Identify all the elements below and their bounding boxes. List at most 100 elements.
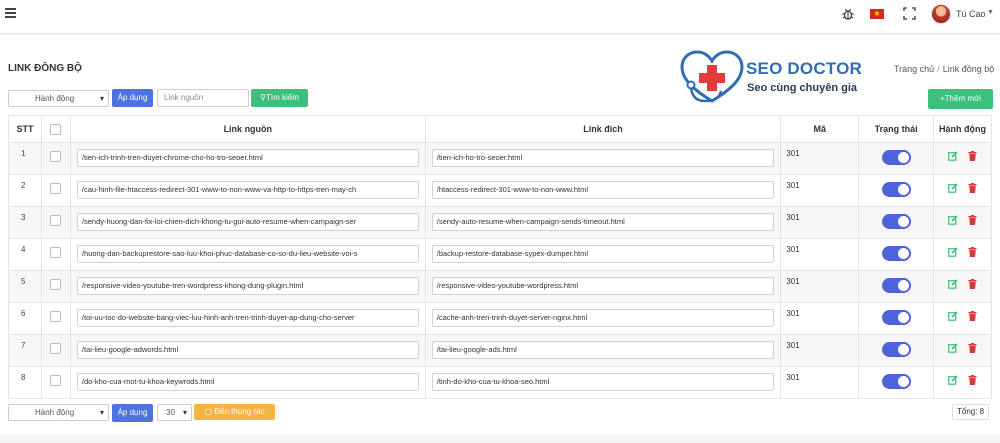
target-link-field[interactable]: /htaccess-redirect-301-www-to-non-www.ht… — [431, 181, 775, 199]
edit-icon[interactable] — [948, 343, 958, 353]
add-new-button[interactable]: +Thêm mới — [928, 89, 993, 109]
row-checkbox[interactable] — [50, 375, 62, 386]
row-stt: 3 — [8, 206, 42, 239]
source-link-search-input[interactable]: Link nguồn — [157, 89, 249, 107]
edit-icon[interactable] — [948, 279, 958, 289]
avatar[interactable] — [931, 4, 951, 24]
action-select[interactable]: Hành động ▾ — [8, 90, 109, 107]
move-to-trash-button[interactable]: ▢ Đến thùng rác — [194, 404, 275, 420]
bottom-apply-button[interactable]: Áp dụng — [112, 404, 153, 422]
delete-icon[interactable] — [968, 215, 977, 225]
source-link-field[interactable]: /cau-hinh-file-htaccess-redirect-301-www… — [76, 181, 419, 199]
row-stt: 1 — [8, 142, 42, 175]
row-checkbox[interactable] — [50, 279, 62, 290]
target-link-field[interactable]: /responsive-video-youtube-wordpress.html — [431, 277, 775, 295]
redirect-code: 301 — [780, 270, 860, 303]
edit-icon[interactable] — [948, 183, 958, 193]
row-checkbox[interactable] — [50, 343, 62, 354]
status-toggle[interactable] — [881, 246, 911, 261]
edit-icon[interactable] — [948, 151, 958, 161]
delete-icon[interactable] — [968, 311, 977, 321]
chevron-down-icon[interactable]: ▼ — [987, 9, 994, 16]
action-select-value: Hành động — [35, 94, 75, 103]
delete-icon[interactable] — [968, 247, 977, 257]
bottom-action-select[interactable]: Hành động ▾ — [8, 404, 109, 421]
source-link-field[interactable]: /tai-lieu-google-adwords.html — [76, 341, 419, 359]
main-panel: LINK ĐỒNG BỘ SEO DOCTOR Seo cùng chuyên … — [0, 35, 1000, 435]
col-stt: STT — [8, 115, 42, 143]
table-row: 7 /tai-lieu-google-adwords.html /tai-lie… — [8, 334, 992, 367]
bug-icon[interactable] — [841, 7, 855, 21]
search-button[interactable]: ⚲Tìm kiếm — [251, 89, 308, 107]
redirect-code: 301 — [780, 174, 860, 207]
add-new-label: Thêm mới — [944, 94, 982, 103]
row-stt: 6 — [8, 302, 42, 335]
apply-button[interactable]: Áp dụng — [112, 89, 153, 107]
target-link-field[interactable]: /cache-anh-tren-trinh-duyet-server-nginx… — [431, 309, 775, 327]
edit-icon[interactable] — [948, 247, 958, 257]
table-row: 3 /sendy-huong-dan-fix-loi-chien-dich-kh… — [8, 206, 992, 239]
menu-icon[interactable] — [5, 8, 16, 18]
target-link-field[interactable]: /backup-restore-database-sypex-dumper.ht… — [431, 245, 775, 263]
row-stt: 7 — [8, 334, 42, 367]
fullscreen-icon[interactable] — [903, 7, 916, 20]
table-row: 5 /responsive-video-youtube-tren-wordpre… — [8, 270, 992, 303]
redirect-code: 301 — [780, 206, 860, 239]
delete-icon[interactable] — [968, 343, 977, 353]
target-link-field[interactable]: /sendy-auto-resume-when-campaign-sends-t… — [431, 213, 775, 231]
col-actions: Hành động — [933, 115, 992, 143]
chevron-down-icon: ▾ — [182, 408, 187, 417]
delete-icon[interactable] — [968, 183, 977, 193]
move-to-trash-label: Đến thùng rác — [214, 407, 265, 416]
status-toggle[interactable] — [881, 182, 911, 197]
source-link-field[interactable]: /huong-dan-backuprestore-sao-luu-khoi-ph… — [76, 245, 419, 263]
row-checkbox[interactable] — [50, 151, 62, 162]
status-toggle[interactable] — [881, 374, 911, 389]
top-navbar: ★ Tú Cao ▼ — [0, 0, 1000, 34]
status-toggle[interactable] — [881, 150, 911, 165]
target-link-field[interactable]: /tien-ich-ho-tro-seoer.html — [431, 149, 775, 167]
redirect-code: 301 — [780, 142, 860, 175]
per-page-select[interactable]: 30 ▾ — [157, 404, 192, 421]
source-link-field[interactable]: /tien-ich-trinh-tren-duyet-chrome-cho-ho… — [76, 149, 419, 167]
page-title: LINK ĐỒNG BỘ — [8, 63, 82, 74]
source-link-field[interactable]: /sendy-huong-dan-fix-loi-chien-dich-khon… — [76, 213, 419, 231]
chevron-down-icon: ▾ — [99, 94, 104, 103]
target-link-field[interactable]: /tinh-do-kho-cua-tu-khoa-seo.html — [431, 373, 775, 391]
edit-icon[interactable] — [948, 215, 958, 225]
source-link-field[interactable]: /toi-uu-toc-do-website-bang-viec-luu-hin… — [76, 309, 419, 327]
total-count: Tổng: 8 — [952, 404, 990, 420]
delete-icon[interactable] — [968, 375, 977, 385]
row-checkbox[interactable] — [50, 215, 62, 226]
table-row: 6 /toi-uu-toc-do-website-bang-viec-luu-h… — [8, 302, 992, 335]
delete-icon[interactable] — [968, 151, 977, 161]
breadcrumb-home[interactable]: Trang chủ — [894, 64, 934, 74]
status-toggle[interactable] — [881, 278, 911, 293]
source-link-field[interactable]: /responsive-video-youtube-tren-wordpress… — [76, 277, 419, 295]
col-status: Trạng thái — [858, 115, 935, 143]
user-name[interactable]: Tú Cao — [956, 9, 986, 19]
status-toggle[interactable] — [881, 310, 911, 325]
row-checkbox[interactable] — [50, 183, 62, 194]
source-link-field[interactable]: /do-kho-cua-mot-tu-khoa-keywrods.html — [76, 373, 419, 391]
edit-icon[interactable] — [948, 311, 958, 321]
per-page-value: 30 — [166, 408, 175, 417]
bottom-action-select-value: Hành động — [35, 408, 75, 417]
edit-icon[interactable] — [948, 375, 958, 385]
chevron-down-icon: ▾ — [99, 408, 104, 417]
status-toggle[interactable] — [881, 342, 911, 357]
logo-tagline: Seo cùng chuyên gia — [747, 82, 858, 94]
target-link-field[interactable]: /tai-lieu-google-ads.html — [431, 341, 775, 359]
col-source-link: Link nguồn — [69, 115, 426, 143]
vietnam-flag-icon[interactable]: ★ — [870, 9, 884, 19]
row-checkbox[interactable] — [50, 247, 62, 258]
select-all-checkbox[interactable] — [50, 123, 62, 135]
breadcrumb-current: Link đồng bộ — [942, 64, 995, 74]
table-row: 2 /cau-hinh-file-htaccess-redirect-301-w… — [8, 174, 992, 207]
table-row: 8 /do-kho-cua-mot-tu-khoa-keywrods.html … — [8, 366, 992, 399]
delete-icon[interactable] — [968, 279, 977, 289]
row-stt: 5 — [8, 270, 42, 303]
col-code: Mã — [780, 115, 860, 143]
row-checkbox[interactable] — [50, 311, 62, 322]
status-toggle[interactable] — [881, 214, 911, 229]
